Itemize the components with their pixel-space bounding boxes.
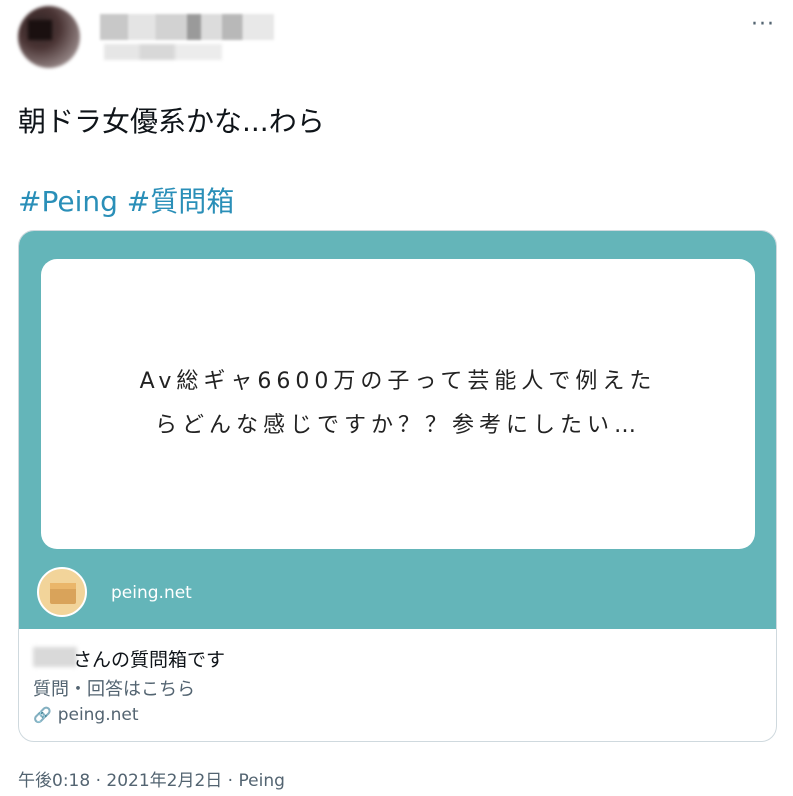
card-title: さんの質問箱です	[73, 649, 226, 671]
cardboard-box-icon	[37, 567, 87, 617]
link-icon: 🔗	[33, 706, 52, 724]
username-redacted[interactable]	[104, 44, 222, 60]
question-text: Av総ギャ6600万の子って芸能人で例えた らどんな感じですか？？参考にしたい…	[118, 360, 678, 448]
tweet-text: 朝ドラ女優系かな...わら	[18, 105, 325, 138]
card-owner-name-redacted	[33, 647, 77, 667]
question-box: Av総ギャ6600万の子って芸能人で例えた らどんな感じですか？？参考にしたい…	[41, 259, 755, 549]
card-link[interactable]: 🔗 peing.net	[33, 705, 139, 725]
card-image[interactable]: Av総ギャ6600万の子って芸能人で例えた らどんな感じですか？？参考にしたい……	[19, 231, 776, 629]
card-description: 質問・回答はこちら	[33, 679, 195, 700]
hashtag-link-shitsumonbako[interactable]: #質問箱	[127, 185, 234, 218]
image-domain-label: peing.net	[111, 583, 192, 603]
more-options-icon[interactable]: ···	[751, 14, 775, 36]
question-line-1: Av総ギャ6600万の子って芸能人で例えた	[139, 369, 657, 394]
tweet-timestamp[interactable]: 午後0:18 · 2021年2月2日 · Peing	[18, 766, 285, 791]
card-link-text: peing.net	[57, 705, 139, 725]
hashtag-link-peing[interactable]: #Peing	[18, 185, 118, 218]
avatar[interactable]	[18, 6, 80, 68]
card-body[interactable]: さんの質問箱です 質問・回答はこちら 🔗 peing.net	[19, 629, 776, 741]
link-preview-card[interactable]: Av総ギャ6600万の子って芸能人で例えた らどんな感じですか？？参考にしたい……	[18, 230, 777, 742]
question-line-2: らどんな感じですか？？参考にしたい…	[154, 413, 641, 438]
hashtags: #Peing #質問箱	[18, 180, 234, 220]
display-name-redacted[interactable]	[100, 14, 274, 40]
